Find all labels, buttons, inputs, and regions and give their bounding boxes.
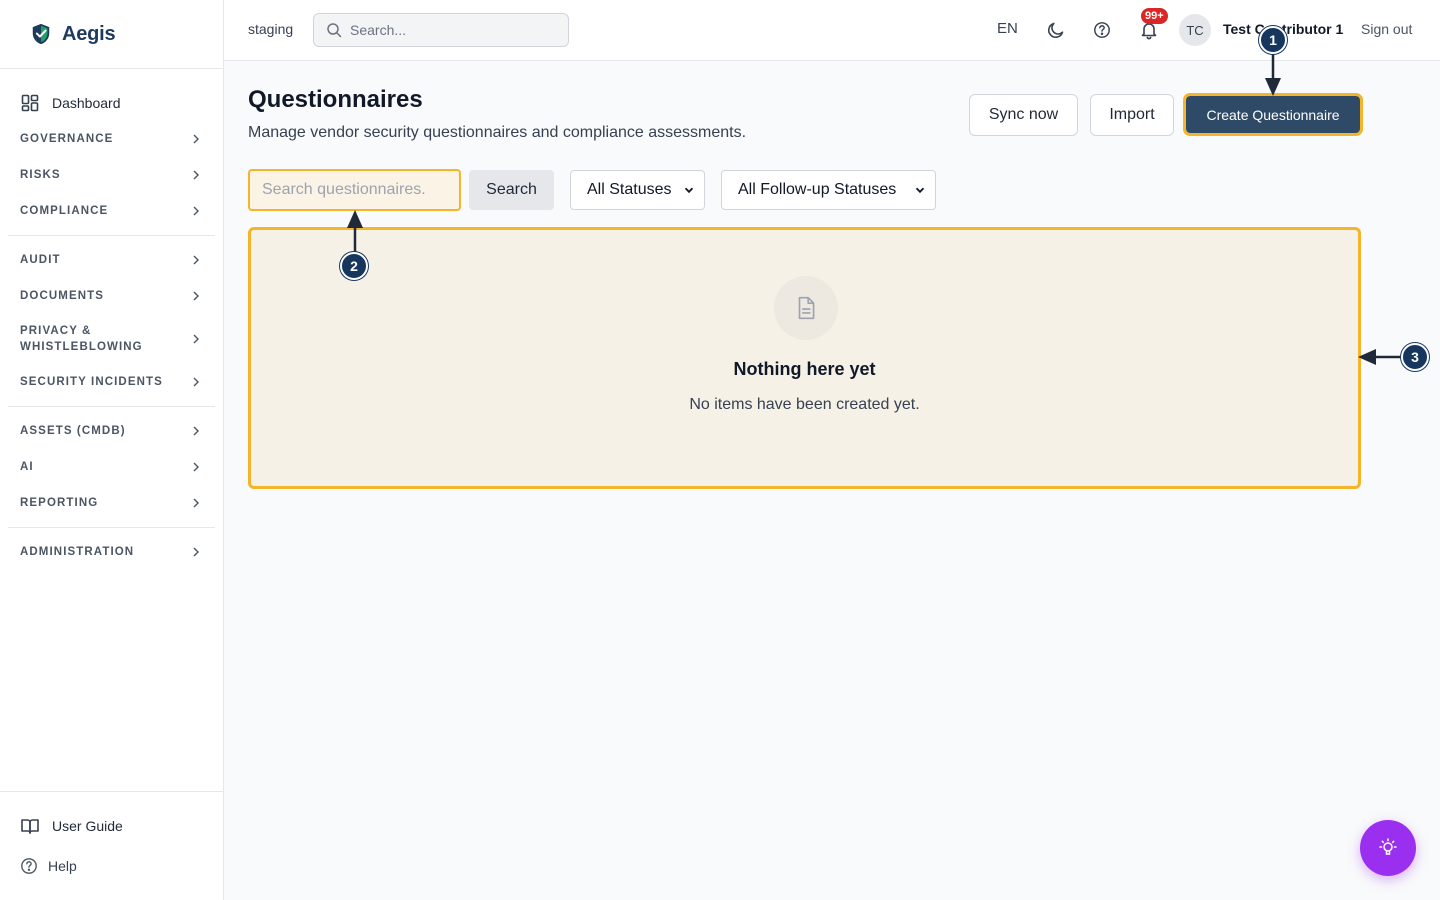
search-icon (327, 23, 342, 38)
help-circle-icon (21, 858, 37, 874)
chevron-right-icon (193, 134, 199, 144)
chevron-right-icon (193, 334, 199, 344)
file-text-icon (798, 296, 815, 320)
help-link[interactable]: Help (0, 846, 223, 886)
annotation-arrow-1 (1265, 50, 1281, 96)
sidebar-group-label: SECURITY INCIDENTS (20, 376, 163, 388)
sidebar-item-dashboard[interactable]: Dashboard (0, 85, 223, 121)
shield-logo-icon (32, 23, 50, 45)
sidebar-group-assets[interactable]: ASSETS (CMDB) (0, 413, 223, 449)
chevron-right-icon (193, 462, 199, 472)
empty-state: Nothing here yet No items have been crea… (248, 227, 1361, 489)
sidebar-group-label: PRIVACY & WHISTLEBLOWING (20, 323, 143, 355)
chevron-right-icon (193, 170, 199, 180)
status-filter-value: All Statuses (587, 181, 672, 198)
empty-state-title: Nothing here yet (733, 359, 876, 379)
user-guide-label: User Guide (52, 818, 123, 834)
global-search-placeholder: Search... (350, 22, 407, 38)
sidebar-group-label: GOVERNANCE (20, 133, 114, 145)
page-subtitle: Manage vendor security questionnaires an… (248, 124, 747, 141)
sidebar-group-administration[interactable]: ADMINISTRATION (0, 534, 223, 570)
grid-icon (21, 94, 39, 112)
sidebar-group-label: DOCUMENTS (20, 290, 105, 302)
lightbulb-icon (1379, 838, 1397, 855)
help-circle-icon[interactable] (1093, 21, 1111, 39)
sidebar-group-label: ADMINISTRATION (20, 546, 135, 558)
empty-state-icon (774, 276, 838, 340)
sidebar-group-label-line: PRIVACY & (20, 325, 92, 337)
chevron-down-icon (915, 187, 925, 194)
chevron-down-icon (684, 187, 694, 194)
chevron-right-icon (193, 255, 199, 265)
sidebar-group-ai[interactable]: AI (0, 449, 223, 485)
page-title: Questionnaires (248, 86, 423, 113)
create-questionnaire-button[interactable]: Create Questionnaire (1183, 93, 1363, 136)
chevron-right-icon (193, 206, 199, 216)
sidebar-divider (8, 235, 215, 236)
sidebar-nav: Dashboard GOVERNANCE RISKS COMPLIANCE AU… (0, 69, 223, 570)
empty-state-text: No items have been created yet. (689, 396, 920, 413)
sidebar-group-reporting[interactable]: REPORTING (0, 485, 223, 521)
questionnaire-search-input[interactable]: Search questionnaires. (248, 169, 461, 211)
questionnaire-search-placeholder: Search questionnaires. (262, 181, 426, 198)
sidebar-group-privacy[interactable]: PRIVACY & WHISTLEBLOWING (0, 314, 223, 364)
user-guide-link[interactable]: User Guide (0, 806, 223, 846)
sidebar-group-label: RISKS (20, 169, 61, 181)
annotation-arrow-3 (1358, 349, 1404, 365)
chevron-right-icon (193, 291, 199, 301)
annotation-marker-2: 2 (340, 252, 368, 280)
sidebar-group-security-incidents[interactable]: SECURITY INCIDENTS (0, 364, 223, 400)
book-open-icon (21, 819, 39, 834)
sidebar-group-audit[interactable]: AUDIT (0, 242, 223, 278)
sidebar-group-label-line: WHISTLEBLOWING (20, 341, 143, 353)
sidebar-group-label: AI (20, 461, 34, 473)
annotation-marker-1: 1 (1259, 26, 1287, 54)
sidebar-group-governance[interactable]: GOVERNANCE (0, 121, 223, 157)
chevron-right-icon (193, 547, 199, 557)
language-switcher[interactable]: EN (997, 20, 1018, 37)
notifications-badge: 99+ (1141, 8, 1168, 24)
brand[interactable]: Aegis (0, 0, 223, 69)
chevron-right-icon (193, 498, 199, 508)
followup-filter-value: All Follow-up Statuses (738, 181, 897, 198)
environment-label: staging (248, 21, 294, 37)
sidebar-item-label: Dashboard (52, 95, 121, 111)
sidebar: Aegis Dashboard GOVERNANCE RISKS COMPLIA… (0, 0, 224, 900)
sidebar-footer: User Guide Help (0, 791, 223, 900)
topbar: staging Search... EN 99+ TC Test Contrib… (224, 0, 1440, 61)
status-filter-select[interactable]: All Statuses (570, 170, 705, 210)
sign-out-link[interactable]: Sign out (1361, 21, 1412, 37)
avatar[interactable]: TC (1179, 14, 1211, 46)
sync-now-button[interactable]: Sync now (969, 94, 1078, 136)
sidebar-group-label: ASSETS (CMDB) (20, 425, 126, 437)
sidebar-divider (8, 406, 215, 407)
import-button[interactable]: Import (1090, 94, 1174, 136)
followup-filter-select[interactable]: All Follow-up Statuses (721, 170, 936, 210)
sidebar-divider (8, 527, 215, 528)
global-search-input[interactable]: Search... (313, 13, 569, 47)
sidebar-group-documents[interactable]: DOCUMENTS (0, 278, 223, 314)
sidebar-group-risks[interactable]: RISKS (0, 157, 223, 193)
chevron-right-icon (193, 377, 199, 387)
sidebar-group-compliance[interactable]: COMPLIANCE (0, 193, 223, 229)
annotation-marker-3: 3 (1401, 343, 1429, 371)
help-label: Help (48, 858, 77, 874)
annotation-arrow-2 (347, 210, 363, 254)
brand-name: Aegis (62, 22, 116, 45)
chevron-right-icon (193, 426, 199, 436)
sidebar-group-label: REPORTING (20, 497, 99, 509)
sidebar-group-label: COMPLIANCE (20, 205, 109, 217)
search-button[interactable]: Search (469, 170, 554, 210)
moon-icon[interactable] (1046, 20, 1066, 40)
ai-assistant-button[interactable] (1360, 820, 1416, 876)
sidebar-group-label: AUDIT (20, 254, 61, 266)
